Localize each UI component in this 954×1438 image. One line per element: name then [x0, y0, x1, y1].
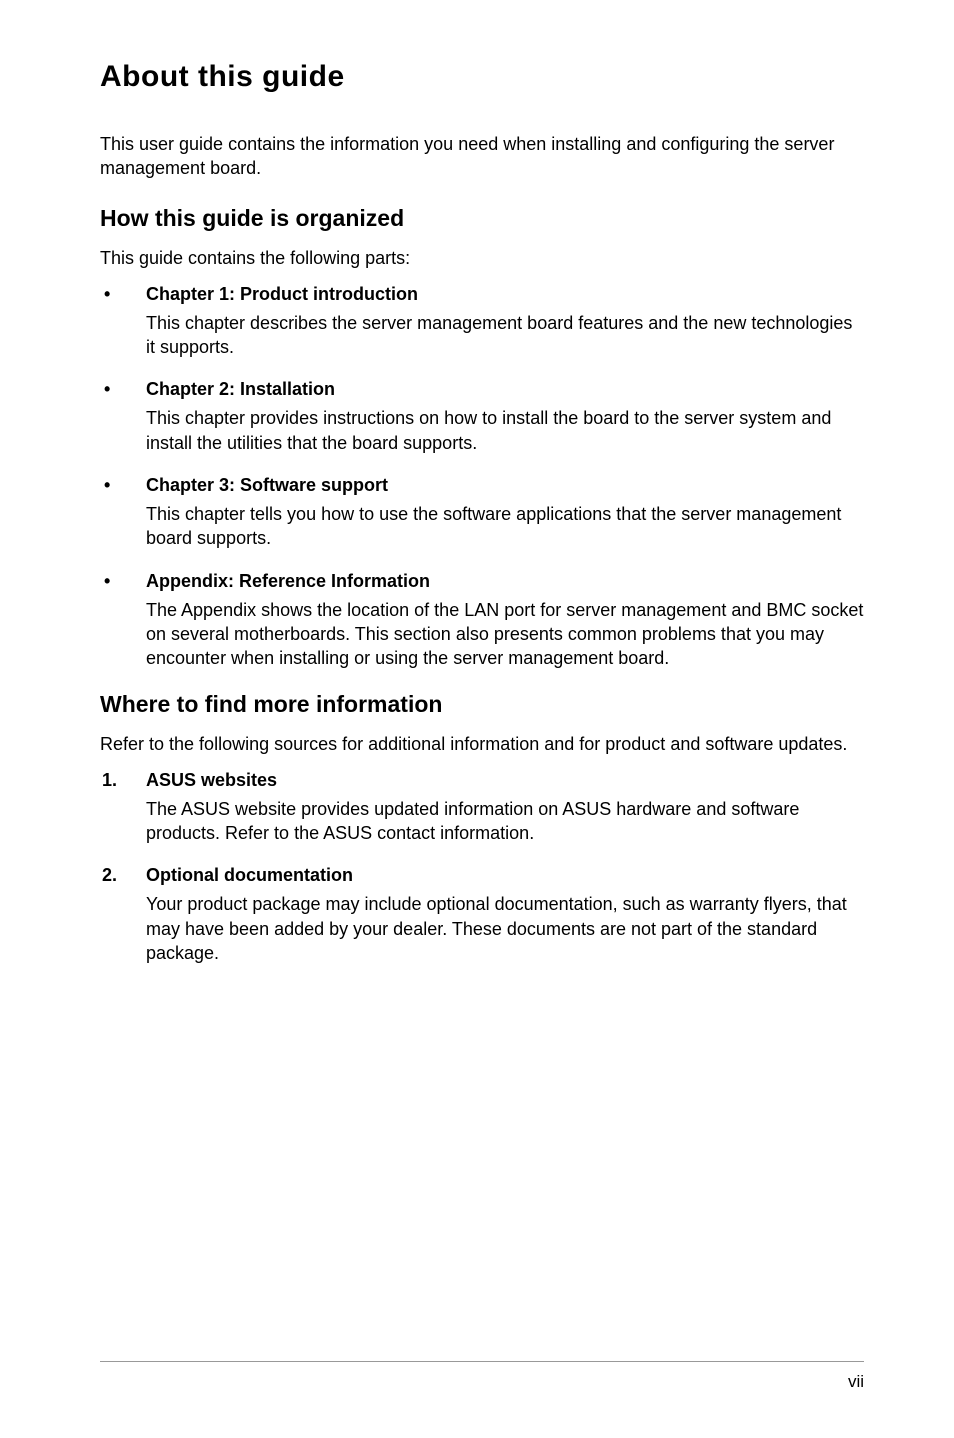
- item-body: Your product package may include optiona…: [146, 892, 864, 965]
- list-item: • Chapter 1: Product introduction This c…: [100, 284, 864, 374]
- bullet-content: Chapter 1: Product introduction This cha…: [146, 284, 864, 374]
- numbered-content: ASUS websites The ASUS website provides …: [146, 770, 864, 860]
- page-footer: vii: [100, 1361, 864, 1392]
- chapter-body: The Appendix shows the location of the L…: [146, 598, 864, 671]
- chapter-body: This chapter describes the server manage…: [146, 311, 864, 360]
- chapter-title: Chapter 2: Installation: [146, 379, 864, 400]
- list-item: • Chapter 2: Installation This chapter p…: [100, 379, 864, 469]
- bullet-marker: •: [100, 284, 146, 374]
- item-title: ASUS websites: [146, 770, 864, 791]
- chapter-body: This chapter tells you how to use the so…: [146, 502, 864, 551]
- item-body: The ASUS website provides updated inform…: [146, 797, 864, 846]
- numbered-content: Optional documentation Your product pack…: [146, 865, 864, 979]
- bullet-content: Appendix: Reference Information The Appe…: [146, 571, 864, 685]
- list-item: • Appendix: Reference Information The Ap…: [100, 571, 864, 685]
- list-item: • Chapter 3: Software support This chapt…: [100, 475, 864, 565]
- number-marker: 1.: [100, 770, 146, 860]
- section1-intro: This guide contains the following parts:: [100, 246, 864, 270]
- section2-intro: Refer to the following sources for addit…: [100, 732, 864, 756]
- chapter-title: Appendix: Reference Information: [146, 571, 864, 592]
- item-title: Optional documentation: [146, 865, 864, 886]
- page-title: About this guide: [100, 60, 864, 94]
- chapter-title: Chapter 1: Product introduction: [146, 284, 864, 305]
- bullet-marker: •: [100, 379, 146, 469]
- bullet-marker: •: [100, 571, 146, 685]
- list-item: 1. ASUS websites The ASUS website provid…: [100, 770, 864, 860]
- chapter-title: Chapter 3: Software support: [146, 475, 864, 496]
- section-heading-organized: How this guide is organized: [100, 205, 864, 232]
- number-marker: 2.: [100, 865, 146, 979]
- bullet-marker: •: [100, 475, 146, 565]
- intro-paragraph: This user guide contains the information…: [100, 132, 864, 181]
- list-item: 2. Optional documentation Your product p…: [100, 865, 864, 979]
- bullet-content: Chapter 2: Installation This chapter pro…: [146, 379, 864, 469]
- page-number: vii: [848, 1372, 864, 1391]
- chapter-body: This chapter provides instructions on ho…: [146, 406, 864, 455]
- bullet-content: Chapter 3: Software support This chapter…: [146, 475, 864, 565]
- section-heading-where: Where to find more information: [100, 691, 864, 718]
